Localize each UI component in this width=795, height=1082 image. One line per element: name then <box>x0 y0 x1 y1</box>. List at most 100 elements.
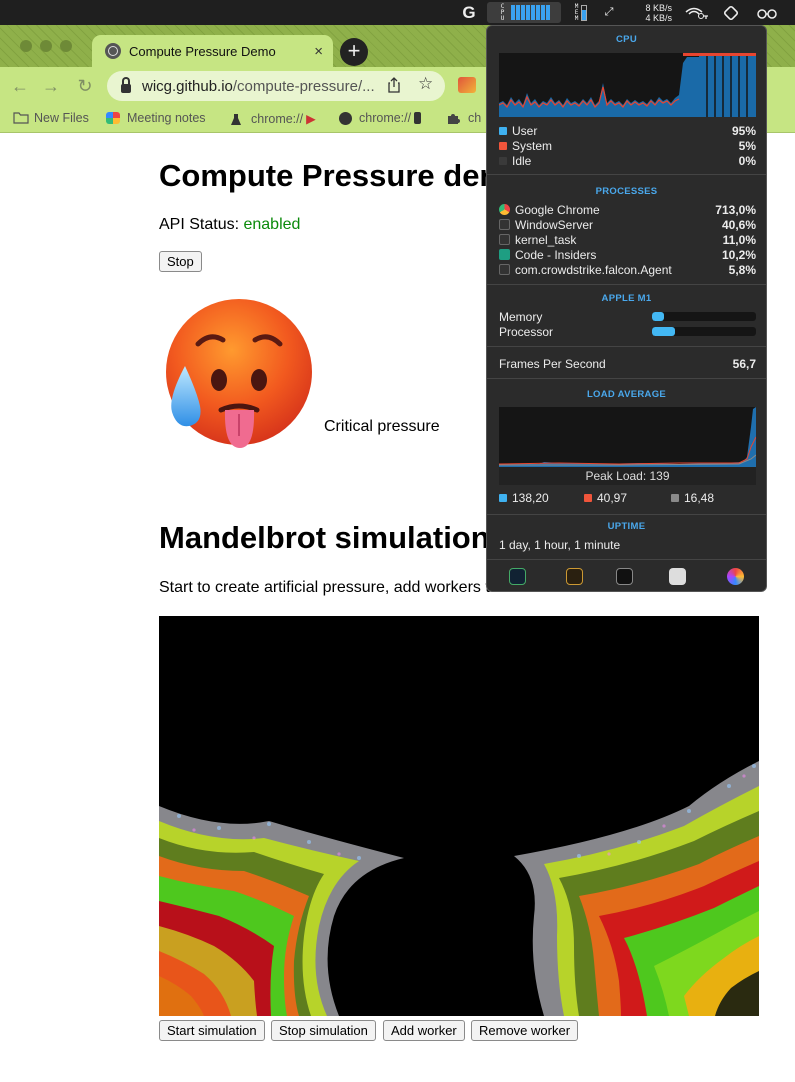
load-average-chart <box>498 407 757 467</box>
cpu-system-row: System 5% <box>499 138 756 153</box>
start-simulation-button[interactable]: Start simulation <box>159 1020 265 1041</box>
lock-icon <box>121 76 131 93</box>
load-1min: 138,20 <box>499 491 549 505</box>
terminal-icon <box>499 264 510 275</box>
new-tab-button[interactable]: + <box>340 38 368 66</box>
cpu-system-label: System <box>512 138 553 153</box>
processor-label: Processor <box>499 324 554 339</box>
expand-icon[interactable]: ⤢ <box>600 0 618 25</box>
forward-arrow-icon[interactable]: → <box>40 75 62 97</box>
peak-load: Peak Load: 139 <box>499 467 756 485</box>
cpu-system-value: 5% <box>738 138 756 153</box>
process-row[interactable]: com.crowdstrike.falcon.Agent 5,8% <box>499 262 756 277</box>
process-name: WindowServer <box>515 217 594 232</box>
process-value: 11,0% <box>722 232 756 247</box>
tab-close-icon[interactable]: × <box>314 43 323 60</box>
memory-menu-widget[interactable]: M E M <box>568 0 594 25</box>
system-stats-popover: CPU User 95% System 5% Idle 0% PROCESSES… <box>486 25 767 592</box>
processes-section-title: PROCESSES <box>595 186 658 197</box>
bookmark-star-icon[interactable]: ☆ <box>418 74 433 94</box>
process-value: 10,2% <box>721 247 756 262</box>
memory-row: Memory <box>499 309 756 324</box>
bookmark-label: New Files <box>34 111 89 125</box>
tab-compute-pressure[interactable]: Compute Pressure Demo × <box>92 35 333 67</box>
memory-meter <box>652 312 756 321</box>
hot-face-emoji <box>163 298 313 450</box>
load-1min-value: 138,20 <box>512 491 549 505</box>
bookmark-extensions[interactable]: ch <box>447 111 481 125</box>
glasses-icon[interactable] <box>752 0 782 25</box>
process-row[interactable]: Code - Insiders 10,2% <box>499 247 756 262</box>
apple-m1-section-title: APPLE M1 <box>601 293 652 304</box>
stop-simulation-button[interactable]: Stop simulation <box>271 1020 376 1041</box>
net-down: 4 KB/s <box>645 12 672 23</box>
add-worker-button[interactable]: Add worker <box>383 1020 465 1041</box>
load-5min: 40,97 <box>584 491 627 505</box>
url-host: wicg.github.io <box>142 77 233 95</box>
reload-icon[interactable]: ↻ <box>74 75 96 97</box>
load-1min-swatch <box>499 494 507 502</box>
bookmark-new-files[interactable]: New Files <box>13 111 89 125</box>
uptime-value: 1 day, 1 hour, 1 minute <box>499 537 621 552</box>
chrome-icon <box>499 204 510 215</box>
window-close-icon[interactable] <box>20 40 32 52</box>
cpu-menu-widget[interactable]: C P U <box>487 2 561 23</box>
fps-label: Frames Per Second <box>499 356 606 371</box>
api-status: API Status: enabled <box>159 216 300 234</box>
terminal-icon <box>499 234 510 245</box>
extension-icon[interactable] <box>458 77 476 93</box>
window-minimize-icon[interactable] <box>40 40 52 52</box>
load-average-section-title: LOAD AVERAGE <box>586 389 667 400</box>
process-value: 713,0% <box>715 202 756 217</box>
bookmark-chrome-page[interactable]: chrome:// <box>339 111 422 125</box>
globe-icon <box>105 43 121 59</box>
mandelbrot-canvas[interactable] <box>159 616 759 1016</box>
system-color-swatch <box>499 141 507 150</box>
load-15min-swatch <box>671 494 679 502</box>
bookmark-meeting-notes[interactable]: Meeting notes <box>106 111 206 125</box>
share-icon[interactable] <box>387 77 401 96</box>
process-row[interactable]: kernel_task 11,0% <box>499 232 756 247</box>
menu-bar: G C P U M E M ⤢ 8 KB/s 4 KB/s <box>0 0 795 25</box>
fps-value: 56,7 <box>732 356 756 371</box>
remove-worker-button[interactable]: Remove worker <box>471 1020 579 1041</box>
user-color-swatch <box>499 126 507 135</box>
terminal-icon[interactable] <box>616 568 633 585</box>
tab-title: Compute Pressure Demo <box>129 43 276 59</box>
system-info-icon[interactable] <box>727 568 744 585</box>
puzzle-icon <box>447 112 461 124</box>
stop-button[interactable]: Stop <box>159 251 202 272</box>
api-status-label: API Status: <box>159 216 244 233</box>
cpu-user-label: User <box>512 123 538 138</box>
load-5min-swatch <box>584 494 592 502</box>
activity-monitor-icon[interactable] <box>509 568 526 585</box>
window-zoom-icon[interactable] <box>60 40 72 52</box>
flask-icon <box>230 113 244 125</box>
cpu-section-title: CPU <box>616 34 637 45</box>
google-icon[interactable]: G <box>458 0 480 25</box>
globe-icon <box>339 111 352 125</box>
bookmark-chrome-flags[interactable]: chrome:// ▶ <box>230 111 316 126</box>
process-name: com.crowdstrike.falcon.Agent <box>515 262 672 277</box>
uptime-section-title: UPTIME <box>607 521 646 532</box>
fps-row: Frames Per Second 56,7 <box>499 356 756 371</box>
cpu-idle-label: Idle <box>512 153 532 168</box>
cpu-user-row: User 95% <box>499 123 756 138</box>
network-menu-widget[interactable]: 8 KB/s 4 KB/s <box>630 0 672 25</box>
load-15min: 16,48 <box>671 491 714 505</box>
cpu-label: C P U <box>500 2 505 22</box>
vscode-icon <box>499 249 510 260</box>
disk-utility-icon[interactable] <box>669 568 686 585</box>
stats-app-dock <box>487 559 766 591</box>
console-icon[interactable] <box>566 568 583 585</box>
process-row[interactable]: Google Chrome 713,0% <box>499 202 756 217</box>
folder-icon <box>13 112 29 124</box>
back-arrow-icon[interactable]: ← <box>9 75 31 97</box>
cpu-user-value: 95% <box>731 123 756 138</box>
memory-label: Memory <box>499 309 543 324</box>
wifi-key-icon[interactable] <box>682 0 710 25</box>
page-title: Compute Pressure demo <box>159 158 526 193</box>
process-row[interactable]: WindowServer 40,6% <box>499 217 756 232</box>
diamond-icon[interactable] <box>718 0 744 25</box>
process-name: kernel_task <box>515 232 577 247</box>
